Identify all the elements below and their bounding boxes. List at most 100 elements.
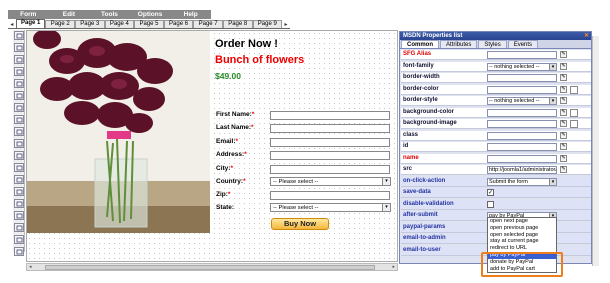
edit-icon[interactable]: ✎ <box>560 85 567 93</box>
scroll-left-icon[interactable]: ◂ <box>29 264 32 270</box>
tab-page-7[interactable]: Page 7 <box>193 20 223 28</box>
tab-page-5[interactable]: Page 5 <box>134 20 164 28</box>
checkbox-tool-icon[interactable] <box>14 103 24 112</box>
image-tool-icon[interactable] <box>14 55 24 64</box>
radio-tool-icon[interactable] <box>14 115 24 124</box>
text-tool-icon[interactable] <box>14 43 24 52</box>
edit-icon[interactable]: ✎ <box>560 131 567 139</box>
edit-icon[interactable]: ✎ <box>560 120 567 127</box>
property-input[interactable]: http://joomla1/administrator/ <box>487 166 557 174</box>
input-tool-icon[interactable] <box>14 67 24 76</box>
property-value: -- nothing selected -- <box>489 63 540 70</box>
tab-page-8[interactable]: Page 8 <box>222 20 253 28</box>
first-name-field[interactable] <box>270 111 390 120</box>
scrollbar-thumb[interactable] <box>45 265 375 270</box>
edit-icon[interactable]: ✎ <box>560 74 567 81</box>
property-input[interactable] <box>487 51 557 59</box>
dropdown-option[interactable]: redirect to URL <box>488 245 556 252</box>
property-input[interactable] <box>487 143 557 151</box>
property-value: Submit the form <box>489 178 528 185</box>
tab-page-4[interactable]: Page 4 <box>104 20 135 28</box>
tab-attributes[interactable]: Attributes <box>440 40 478 48</box>
dropdown-option[interactable]: add to PayPal cart <box>488 266 556 273</box>
country-select[interactable]: -- Please select -- ▾ <box>270 177 391 186</box>
select-tool-icon[interactable] <box>14 91 24 100</box>
button-tool-icon[interactable] <box>14 127 24 136</box>
scroll-right-icon[interactable]: ▸ <box>392 264 395 270</box>
dropdown-option[interactable]: open selected page <box>488 232 556 239</box>
property-input[interactable] <box>487 131 557 140</box>
property-checkbox[interactable]: ✓ <box>487 189 494 196</box>
menu-options[interactable]: Options <box>130 11 171 18</box>
city-field[interactable] <box>270 165 390 174</box>
menu-help[interactable]: Help <box>170 11 211 18</box>
table-tool-icon[interactable] <box>14 187 24 196</box>
property-select[interactable]: -- nothing selected -- ▾ <box>487 97 557 105</box>
zip-field[interactable] <box>270 191 390 200</box>
pointer-tool-icon[interactable] <box>14 31 24 40</box>
color-swatch-icon[interactable] <box>570 85 578 94</box>
property-input[interactable] <box>487 108 557 117</box>
menu-tools[interactable]: Tools <box>89 11 130 18</box>
edit-icon[interactable]: ✎ <box>560 108 567 116</box>
edit-icon[interactable]: ✎ <box>560 143 567 150</box>
canvas-horizontal-scrollbar[interactable]: ◂ ▸ <box>26 263 398 271</box>
link-tool-icon[interactable] <box>14 247 24 256</box>
property-input[interactable] <box>487 85 557 94</box>
tab-scroll-left-icon[interactable]: ◂ <box>8 21 16 28</box>
panel-vertical-scrollbar[interactable] <box>592 36 599 266</box>
property-select[interactable]: Submit the form ▾ <box>487 177 557 186</box>
edit-icon[interactable]: ✎ <box>560 62 567 70</box>
tab-page-3[interactable]: Page 3 <box>75 20 105 28</box>
property-input[interactable] <box>487 154 557 163</box>
tab-events[interactable]: Events <box>507 40 539 48</box>
property-checkbox[interactable] <box>487 200 494 208</box>
edit-icon[interactable]: ✎ <box>560 166 567 173</box>
textarea-tool-icon[interactable] <box>14 79 24 88</box>
grid-icon[interactable] <box>14 175 24 184</box>
property-select[interactable]: -- nothing selected -- ▾ <box>487 62 557 71</box>
dropdown-option[interactable]: donate by PayPal <box>488 259 556 266</box>
edit-icon[interactable]: ✎ <box>560 97 567 104</box>
email-field[interactable] <box>270 138 390 147</box>
design-canvas[interactable]: Order Now ! Bunch of flowers $49.00 Firs… <box>26 30 398 262</box>
property-row: border-color ✎ <box>401 84 591 95</box>
after-submit-dropdown-list[interactable]: open next page open previous page open sel… <box>487 217 557 274</box>
dropdown-option[interactable]: open previous page <box>488 225 556 232</box>
tab-scroll-right-icon[interactable]: ▸ <box>282 21 290 28</box>
tab-page-2[interactable]: Page 2 <box>45 20 76 28</box>
align-center-icon[interactable] <box>14 151 24 160</box>
dropdown-option[interactable]: pay by PayPal <box>488 251 556 259</box>
menu-form[interactable]: Form <box>8 11 49 18</box>
tab-page-6[interactable]: Page 6 <box>163 20 194 28</box>
element-toolbar <box>13 30 25 256</box>
dropdown-option[interactable]: stay at current page <box>488 238 556 245</box>
edit-icon[interactable]: ✎ <box>560 154 567 162</box>
hidden-tool-icon[interactable] <box>14 223 24 232</box>
property-key: on-click-action <box>403 177 446 184</box>
property-input[interactable] <box>487 120 557 128</box>
captcha-tool-icon[interactable] <box>14 211 24 220</box>
close-icon[interactable]: ✕ <box>584 32 589 40</box>
property-row: background-image ✎ <box>401 119 591 129</box>
dropdown-option[interactable]: open next page <box>488 218 556 225</box>
tab-page-1[interactable]: Page 1 <box>15 19 46 28</box>
tab-common[interactable]: Common <box>401 40 439 48</box>
align-left-icon[interactable] <box>14 139 24 148</box>
edit-icon[interactable]: ✎ <box>560 51 567 58</box>
tab-page-9[interactable]: Page 9 <box>252 20 283 28</box>
color-swatch-icon[interactable] <box>570 108 578 117</box>
image-picker-icon[interactable] <box>570 120 578 128</box>
file-tool-icon[interactable] <box>14 199 24 208</box>
align-right-icon[interactable] <box>14 163 24 172</box>
menu-edit[interactable]: Edit <box>49 11 90 18</box>
property-input[interactable] <box>487 74 557 82</box>
last-name-field[interactable] <box>270 124 390 133</box>
user-tool-icon[interactable] <box>14 235 24 244</box>
property-key: font-family <box>403 62 434 69</box>
buy-now-button[interactable]: Buy Now <box>271 218 329 230</box>
address-field[interactable] <box>270 151 390 160</box>
chevron-down-icon: ▾ <box>549 178 556 185</box>
tab-styles[interactable]: Styles <box>478 40 507 48</box>
state-select[interactable]: -- Please select -- ▾ <box>270 203 391 212</box>
